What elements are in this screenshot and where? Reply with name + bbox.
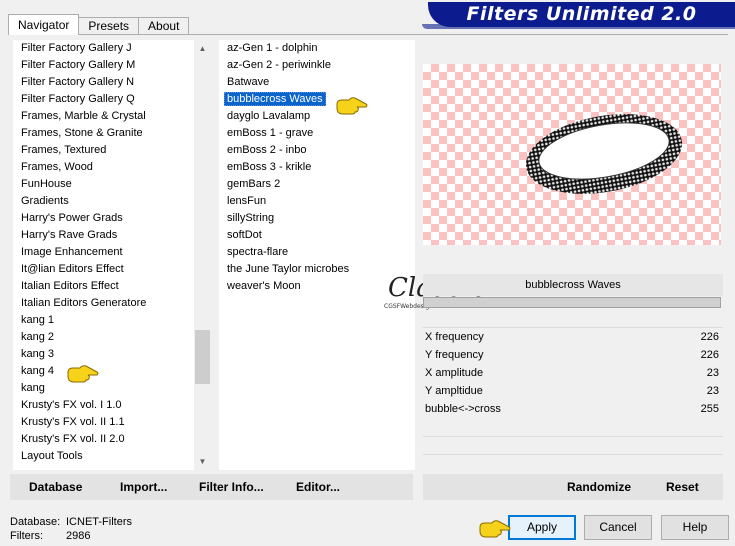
param-divider: [423, 436, 723, 437]
parameter-value: 255: [700, 403, 719, 415]
category-item[interactable]: Filter Factory Gallery N: [13, 74, 194, 91]
parameter-row[interactable]: bubble<->cross 255: [423, 400, 723, 418]
editor-button[interactable]: Editor...: [296, 480, 340, 494]
filter-item[interactable]: softDot: [219, 227, 415, 244]
filter-title-box: bubblecross Waves: [423, 274, 723, 296]
parameter-value: 23: [706, 385, 719, 397]
parameter-row[interactable]: Y ampltidue 23: [423, 382, 723, 400]
parameter-label: X amplitude: [425, 367, 484, 379]
filter-item[interactable]: Batwave: [219, 74, 415, 91]
parameter-label: X frequency: [425, 331, 484, 343]
navigator-button-bar: Database Import... Filter Info... Editor…: [10, 474, 413, 500]
category-item[interactable]: Krusty's FX vol. II 2.0: [13, 431, 194, 448]
category-item[interactable]: Frames, Wood: [13, 159, 194, 176]
category-item[interactable]: Image Enhancement: [13, 244, 194, 261]
filter-item[interactable]: bubblecross Waves: [219, 91, 415, 108]
parameter-value: 23: [706, 367, 719, 379]
category-item[interactable]: Gradients: [13, 193, 194, 210]
category-item[interactable]: Harry's Power Grads: [13, 210, 194, 227]
randomize-button[interactable]: Randomize: [567, 480, 631, 494]
database-value: ICNET-Filters: [66, 516, 132, 528]
category-item[interactable]: Frames, Textured: [13, 142, 194, 159]
database-button[interactable]: Database: [29, 480, 82, 494]
parameter-value: 226: [700, 349, 719, 361]
parameter-row[interactable]: Y frequency 226: [423, 346, 723, 364]
reset-button[interactable]: Reset: [666, 480, 699, 494]
filter-item[interactable]: emBoss 2 - inbo: [219, 142, 415, 159]
filter-item[interactable]: az-Gen 2 - periwinkle: [219, 57, 415, 74]
category-item[interactable]: kang 3: [13, 346, 194, 363]
pointing-hand-icon: [67, 365, 99, 383]
filter-item[interactable]: lensFun: [219, 193, 415, 210]
category-item[interactable]: kang: [13, 380, 194, 397]
category-item[interactable]: Layout Tools: [13, 448, 194, 465]
scroll-up-icon[interactable]: ▲: [194, 40, 211, 57]
filter-item[interactable]: gemBars 2: [219, 176, 415, 193]
category-item[interactable]: Krusty's FX vol. I 1.0: [13, 397, 194, 414]
filter-title: bubblecross Waves: [525, 279, 621, 291]
apply-button[interactable]: Apply: [508, 515, 576, 540]
tab-presets[interactable]: Presets: [78, 17, 140, 35]
parameter-row[interactable]: X amplitude 23: [423, 364, 723, 382]
category-item[interactable]: Harry's Rave Grads: [13, 227, 194, 244]
filter-item[interactable]: dayglo Lavalamp: [219, 108, 415, 125]
filter-item-label: bubblecross Waves: [224, 92, 326, 106]
parameter-slider[interactable]: [423, 297, 721, 308]
parameter-button-bar: Randomize Reset: [423, 474, 723, 500]
category-list[interactable]: Filter Factory Gallery J Filter Factory G…: [13, 40, 194, 470]
filter-item[interactable]: emBoss 1 - grave: [219, 125, 415, 142]
tab-navigator[interactable]: Navigator: [8, 14, 80, 35]
parameter-label: Y ampltidue: [425, 385, 483, 397]
category-item[interactable]: It@lian Editors Effect: [13, 261, 194, 278]
banner-title: Filters Unlimited 2.0: [466, 3, 697, 25]
category-item[interactable]: kang 4: [13, 363, 194, 380]
category-item[interactable]: Krusty's FX vol. II 1.1: [13, 414, 194, 431]
category-item[interactable]: Filter Factory Gallery M: [13, 57, 194, 74]
filter-item[interactable]: az-Gen 1 - dolphin: [219, 40, 415, 57]
parameter-label: Y frequency: [425, 349, 484, 361]
category-scrollbar[interactable]: ▲ ▼: [194, 40, 211, 470]
tab-about[interactable]: About: [138, 17, 190, 35]
category-item[interactable]: Frames, Stone & Granite: [13, 125, 194, 142]
category-item[interactable]: Italian Editors Generatore: [13, 295, 194, 312]
param-divider: [423, 454, 723, 455]
category-item[interactable]: Frames, Marble & Crystal: [13, 108, 194, 125]
filters-count: 2986: [66, 530, 91, 542]
category-item[interactable]: Filter Factory Gallery Q: [13, 91, 194, 108]
category-item[interactable]: Italian Editors Effect: [13, 278, 194, 295]
help-button[interactable]: Help: [661, 515, 729, 540]
filter-item[interactable]: sillyString: [219, 210, 415, 227]
parameter-label: bubble<->cross: [425, 403, 501, 415]
parameter-row[interactable]: X frequency 226: [423, 328, 723, 346]
database-label: Database:: [10, 516, 61, 528]
filter-item[interactable]: emBoss 3 - krikle: [219, 159, 415, 176]
app-banner: Filters Unlimited 2.0: [422, 2, 735, 29]
filter-preview: [423, 64, 721, 245]
filter-item[interactable]: spectra-flare: [219, 244, 415, 261]
cancel-button[interactable]: Cancel: [584, 515, 652, 540]
pointing-hand-icon: [479, 520, 511, 538]
scroll-thumb[interactable]: [195, 330, 210, 384]
preview-ring-image: [525, 114, 683, 194]
pointing-hand-icon: [336, 97, 368, 115]
category-item[interactable]: kang 2: [13, 329, 194, 346]
import-button[interactable]: Import...: [120, 480, 167, 494]
filter-info-button[interactable]: Filter Info...: [199, 480, 264, 494]
filters-label: Filters:: [10, 530, 43, 542]
parameter-value: 226: [700, 331, 719, 343]
parameter-list: X frequency 226 Y frequency 226 X amplitude 2…: [423, 328, 723, 418]
filter-list[interactable]: az-Gen 1 - dolphin az-Gen 2 - periwinkle B…: [219, 40, 415, 470]
scroll-down-icon[interactable]: ▼: [194, 453, 211, 470]
tab-strip: Navigator Presets About: [8, 14, 190, 35]
tab-divider: [8, 34, 728, 35]
category-item[interactable]: FunHouse: [13, 176, 194, 193]
category-item[interactable]: Filter Factory Gallery J: [13, 40, 194, 57]
category-item[interactable]: kang 1: [13, 312, 194, 329]
